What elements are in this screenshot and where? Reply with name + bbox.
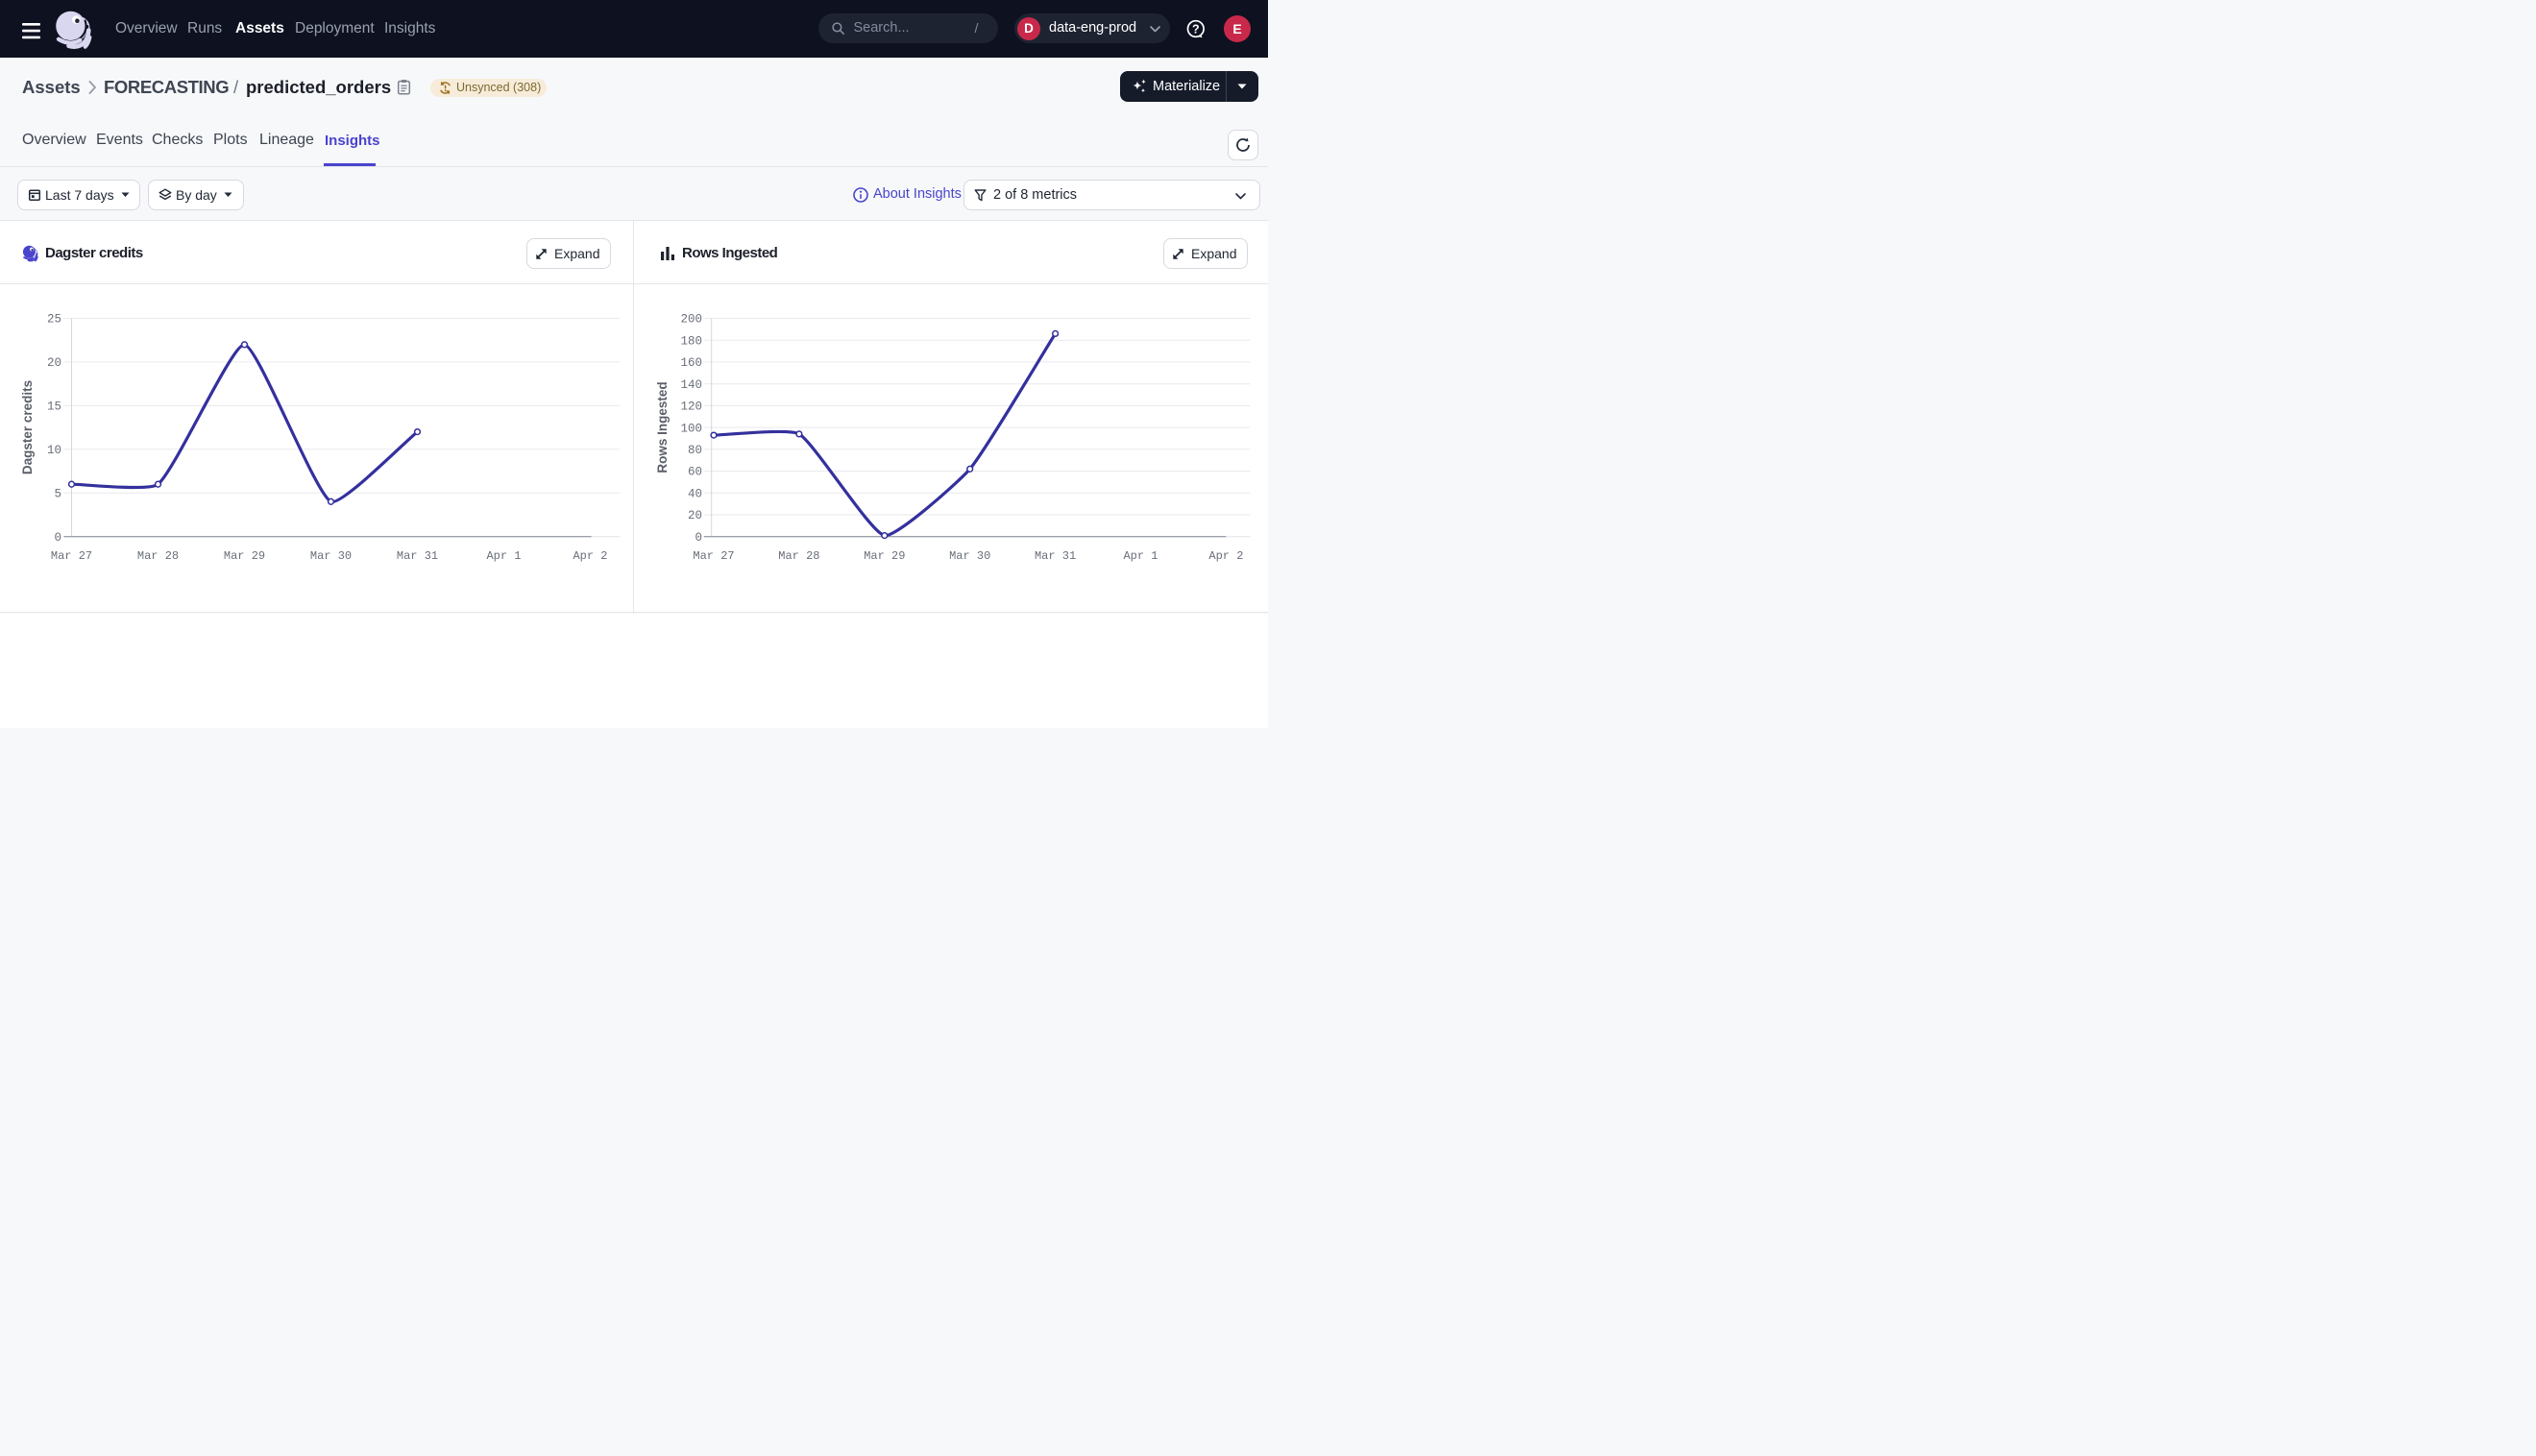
svg-text:5: 5 [54,488,61,501]
svg-text:20: 20 [688,509,702,522]
svg-text:Mar 27: Mar 27 [693,549,734,563]
svg-text:Dagster credits: Dagster credits [20,380,35,474]
svg-text:180: 180 [680,334,702,348]
svg-text:?: ? [1192,22,1200,36]
svg-text:120: 120 [680,400,702,414]
svg-text:Mar 27: Mar 27 [51,549,92,563]
svg-text:Mar 31: Mar 31 [1035,549,1076,563]
svg-text:Apr 1: Apr 1 [486,549,521,563]
svg-text:40: 40 [688,488,702,501]
svg-text:0: 0 [54,531,61,545]
svg-text:Apr 1: Apr 1 [1123,549,1158,563]
svg-text:60: 60 [688,466,702,479]
svg-text:80: 80 [688,444,702,457]
svg-text:Mar 30: Mar 30 [949,549,990,563]
svg-text:Apr 2: Apr 2 [573,549,607,563]
svg-text:Mar 29: Mar 29 [864,549,905,563]
svg-text:Mar 31: Mar 31 [397,549,438,563]
svg-text:Mar 29: Mar 29 [224,549,265,563]
svg-text:20: 20 [47,356,61,370]
svg-text:100: 100 [680,422,702,435]
svg-text:10: 10 [47,444,61,457]
svg-text:15: 15 [47,400,61,414]
svg-text:140: 140 [680,378,702,392]
svg-text:0: 0 [695,531,702,545]
svg-text:200: 200 [680,313,702,327]
svg-text:25: 25 [47,313,61,327]
svg-text:Mar 28: Mar 28 [778,549,819,563]
svg-text:Rows Ingested: Rows Ingested [655,381,670,473]
svg-text:Mar 30: Mar 30 [310,549,352,563]
svg-text:Mar 28: Mar 28 [137,549,179,563]
svg-text:Apr 2: Apr 2 [1208,549,1243,563]
svg-text:160: 160 [680,356,702,370]
